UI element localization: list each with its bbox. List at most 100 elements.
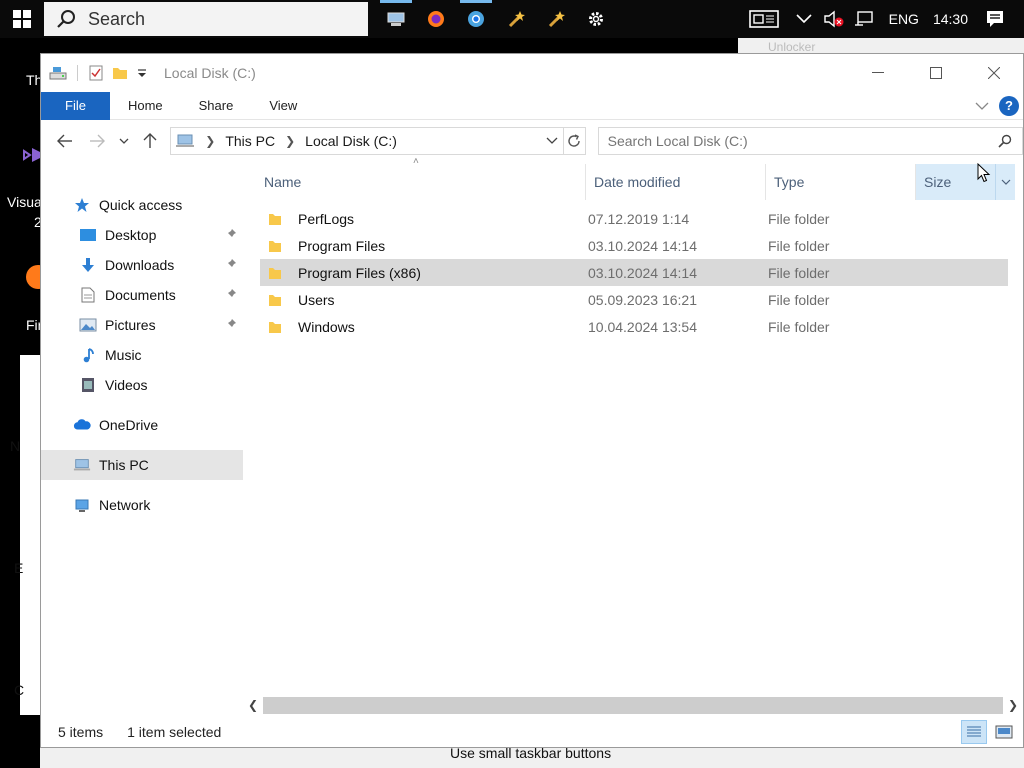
breadcrumb-separator[interactable]: ❯ [205, 134, 215, 148]
pin-icon [225, 288, 237, 303]
column-header-size[interactable]: Size [915, 164, 1015, 200]
details-view-icon [967, 726, 981, 737]
taskbar-chrome[interactable] [456, 0, 496, 38]
file-row[interactable]: Program Files 03.10.2024 14:14 File fold… [260, 232, 1008, 259]
scrollbar-thumb[interactable] [263, 696, 1003, 714]
scroll-left-button[interactable]: ❮ [243, 698, 263, 712]
nav-onedrive[interactable]: OneDrive [41, 410, 243, 440]
pin-icon [225, 318, 237, 333]
large-icons-view-button[interactable] [991, 720, 1017, 744]
file-list: PerfLogs 07.12.2019 1:14 File folder Pro… [260, 205, 1008, 340]
scroll-right-button[interactable]: ❯ [1003, 698, 1023, 712]
chrome-icon [468, 11, 484, 27]
pin-icon [225, 258, 237, 273]
language-indicator[interactable]: ENG [889, 11, 919, 27]
chevron-down-icon [119, 138, 128, 144]
tab-file[interactable]: File [41, 91, 110, 120]
taskbar-firefox[interactable] [416, 0, 456, 38]
file-row-selected[interactable]: Program Files (x86) 03.10.2024 14:14 Fil… [260, 259, 1008, 286]
status-bar: 5 items 1 item selected [41, 717, 1023, 747]
address-bar[interactable]: ❯ This PC ❯ Local Disk (C:) [170, 127, 564, 155]
computer-icon [387, 12, 405, 26]
column-header-type[interactable]: Type [765, 164, 915, 200]
nav-downloads[interactable]: Downloads [41, 250, 243, 280]
file-type: File folder [768, 264, 830, 281]
column-header-name[interactable]: ˄ Name [259, 156, 585, 200]
taskbar-settings[interactable] [576, 0, 616, 38]
network-button[interactable] [849, 10, 879, 28]
back-button[interactable] [49, 127, 81, 155]
gear-icon [589, 12, 603, 26]
background-window-title: Unlocker [768, 40, 816, 54]
horizontal-scrollbar[interactable]: ❮ ❯ [243, 694, 1023, 716]
customize-toolbar-icon[interactable] [136, 65, 148, 81]
address-history-dropdown[interactable] [541, 128, 563, 154]
minimize-button[interactable] [849, 54, 907, 92]
clock[interactable]: 14:30 [933, 11, 968, 27]
taskbar-search[interactable]: Search [44, 2, 368, 36]
tab-view[interactable]: View [251, 92, 315, 120]
file-type: File folder [768, 210, 830, 227]
details-view-button[interactable] [961, 720, 987, 744]
help-icon[interactable]: ? [999, 95, 1019, 116]
magic-wand-icon [508, 11, 525, 28]
desktop-label-6: E [14, 560, 24, 576]
file-name: Program Files [298, 237, 386, 254]
maximize-button[interactable] [907, 54, 965, 92]
volume-button[interactable] [819, 10, 849, 28]
column-header-size-label: Size [924, 174, 952, 190]
column-header-date[interactable]: Date modified [585, 164, 765, 200]
refresh-button[interactable] [563, 127, 586, 155]
videos-icon [82, 378, 94, 392]
folder-icon [269, 240, 281, 252]
file-row[interactable]: Windows 10.04.2024 13:54 File folder [260, 313, 1008, 340]
ribbon-tabs: File Home Share View ? [41, 91, 1023, 120]
taskbar-wand-app-2[interactable] [536, 0, 576, 38]
nav-videos[interactable]: Videos [41, 370, 243, 400]
notifications-button[interactable] [980, 9, 1010, 29]
file-row[interactable]: Users 05.09.2023 16:21 File folder [260, 286, 1008, 313]
folder-icon [269, 213, 281, 225]
taskbar-file-explorer[interactable] [376, 0, 416, 38]
title-bar[interactable]: Local Disk (C:) [41, 54, 1023, 92]
nav-this-pc[interactable]: This PC [41, 450, 243, 480]
mouse-cursor-icon [977, 163, 991, 183]
search-input[interactable] [607, 133, 988, 149]
search-icon[interactable] [998, 134, 1012, 148]
tab-share[interactable]: Share [181, 92, 252, 120]
breadcrumb-separator[interactable]: ❯ [285, 134, 295, 148]
properties-icon[interactable] [88, 65, 104, 81]
nav-music[interactable]: Music [41, 340, 243, 370]
nav-desktop[interactable]: Desktop [41, 220, 243, 250]
nav-documents[interactable]: Documents [41, 280, 243, 310]
file-list-pane: ˄ Name Date modified Type Size PerfLogs … [243, 156, 1023, 722]
close-button[interactable] [965, 54, 1023, 92]
show-hidden-icons-button[interactable] [789, 14, 819, 24]
new-folder-icon[interactable] [112, 65, 128, 81]
news-widget[interactable] [748, 9, 779, 29]
recent-locations-button[interactable] [113, 127, 135, 155]
background-window[interactable]: Unlocker [738, 38, 1024, 54]
nav-pictures[interactable]: Pictures [41, 310, 243, 340]
nav-this-pc-label: This PC [99, 457, 149, 473]
breadcrumb-this-pc[interactable]: This PC [225, 133, 275, 149]
tab-home[interactable]: Home [110, 92, 181, 120]
breadcrumb-local-disk[interactable]: Local Disk (C:) [305, 133, 397, 149]
arrow-up-icon [143, 133, 157, 148]
nav-quick-access[interactable]: Quick access [41, 190, 243, 220]
file-row[interactable]: PerfLogs 07.12.2019 1:14 File folder [260, 205, 1008, 232]
up-button[interactable] [134, 127, 166, 155]
file-date: 10.04.2024 13:54 [588, 318, 697, 335]
taskbar-wand-app-1[interactable] [496, 0, 536, 38]
search-box[interactable] [597, 127, 1023, 155]
desktop-label-5: N [10, 438, 21, 454]
file-date: 03.10.2024 14:14 [588, 237, 697, 254]
start-button[interactable] [0, 0, 44, 38]
chevron-down-icon [796, 14, 812, 24]
nav-network[interactable]: Network [41, 490, 243, 520]
file-date: 07.12.2019 1:14 [588, 210, 690, 227]
folder-icon [269, 321, 281, 333]
forward-button[interactable] [81, 127, 113, 155]
column-filter-dropdown[interactable] [995, 164, 1015, 200]
expand-ribbon-icon[interactable] [975, 101, 989, 111]
